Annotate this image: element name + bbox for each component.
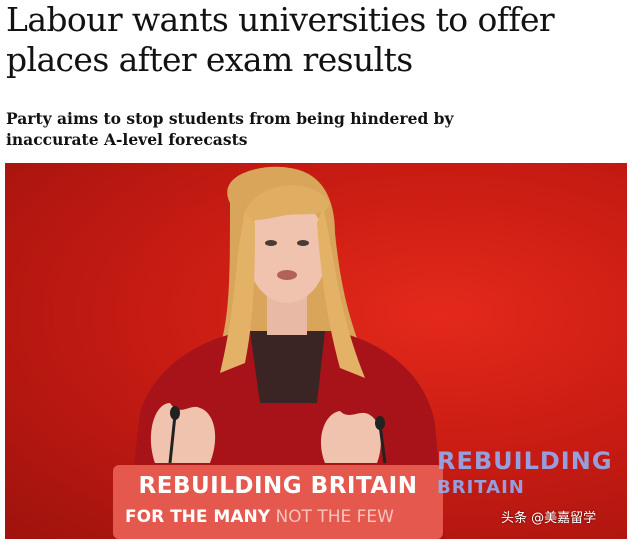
background-sign: REBUILDING BRITAIN [437, 447, 627, 507]
watermark: 头条 @美嘉留学 [501, 511, 597, 526]
podium-sign: REBUILDING BRITAIN FOR THE MANY NOT THE … [113, 465, 443, 539]
podium-slogan: REBUILDING BRITAIN [138, 473, 418, 499]
headline: Labour wants universities to offer place… [6, 0, 555, 79]
background-sign-line1: REBUILDING [437, 447, 613, 475]
podium-subslogan-strong: FOR THE MANY [125, 507, 271, 527]
podium-subslogan-light: NOT THE FEW [275, 507, 394, 527]
article-photo: REBUILDING BRITAIN FOR THE MANY NOT THE … [5, 163, 627, 539]
standfirst: Party aims to stop students from being h… [6, 109, 454, 149]
background-sign-line2: BRITAIN [437, 477, 525, 498]
podium-subslogan: FOR THE MANY NOT THE FEW [125, 507, 445, 527]
